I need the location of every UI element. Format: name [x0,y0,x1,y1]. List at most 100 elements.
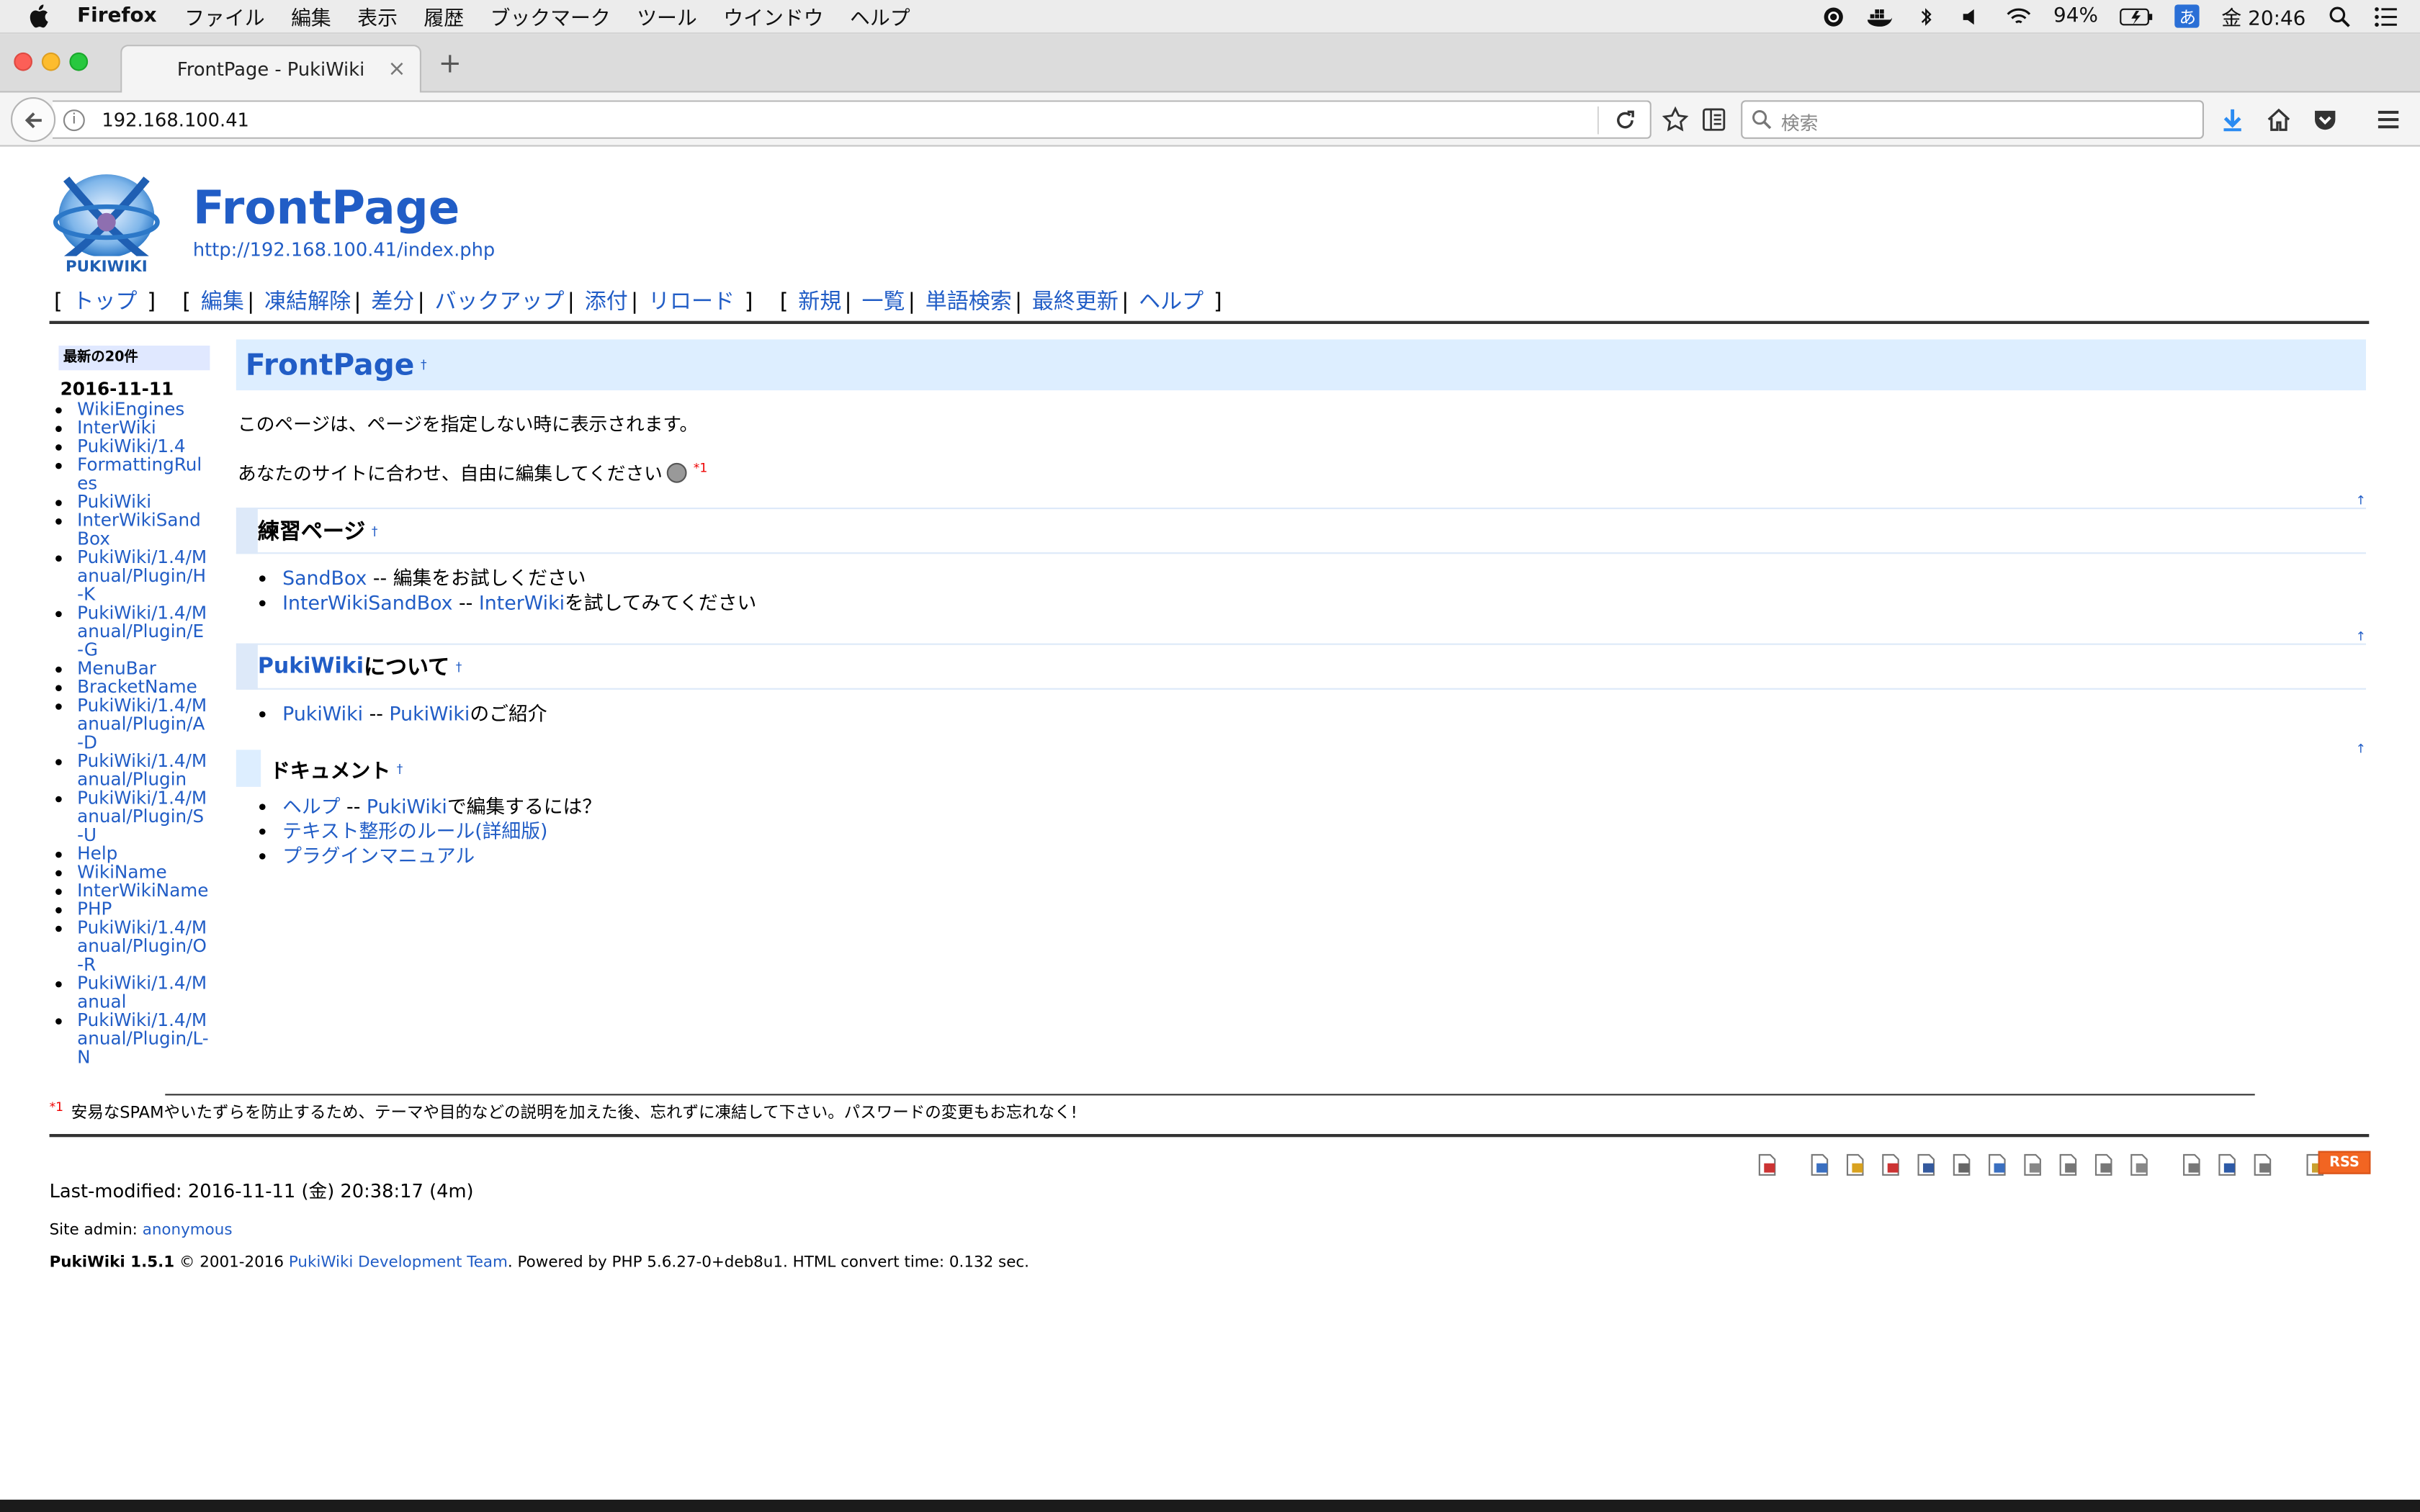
menu-help[interactable]: ヘルプ [850,1,910,31]
docker-icon[interactable] [1868,6,1894,27]
edit-icon[interactable] [1807,1153,1832,1177]
backup-icon[interactable] [1914,1153,1938,1177]
pukiwiki-link[interactable]: PukiWiki [282,702,363,725]
recent-page-link[interactable]: PukiWiki/1.4/Manual/Plugin/A-D [77,694,207,752]
search-icon[interactable] [2215,1153,2239,1177]
list-page-icon[interactable] [2127,1153,2151,1177]
pocket-icon[interactable] [2312,107,2338,132]
url-text[interactable]: 192.168.100.41 [102,109,249,131]
interwikisandbox-link[interactable]: InterWikiSandBox [282,591,452,614]
notification-center-icon[interactable] [2374,6,2398,27]
recent-page-link[interactable]: PukiWiki/1.4/Manual/Plugin [77,750,207,790]
nav-new[interactable]: 新規 [798,290,841,315]
search-bar[interactable]: 検索 [1741,100,2204,139]
site-admin-link[interactable]: anonymous [143,1222,233,1239]
recent-page-link[interactable]: InterWikiSandBox [77,509,201,549]
download-icon[interactable] [2219,107,2245,132]
help-link[interactable]: ヘルプ [282,795,340,818]
reload-icon[interactable] [2092,1153,2116,1177]
url-bar[interactable]: i 192.168.100.41 [52,100,1652,139]
home-icon[interactable] [2266,107,2292,132]
recent-page-link[interactable]: PukiWiki/1.4/Manual/Plugin/O-R [77,917,207,975]
menu-window[interactable]: ウインドウ [723,1,823,31]
heading-anchor[interactable]: † [421,358,427,372]
recent-page-link[interactable]: PukiWiki/1.4/Manual/Plugin/H-K [77,546,207,605]
nav-top[interactable]: トップ [73,290,138,315]
reload-icon[interactable] [1614,109,1636,131]
bookmark-star-icon[interactable] [1662,106,1689,132]
attach-list-icon[interactable] [2179,1153,2204,1177]
recent-page-link[interactable]: PukiWiki/1.4/Manual [77,972,207,1012]
pukiwiki-logo[interactable]: PUKIWIKI [50,166,162,275]
new-tab-button[interactable]: + [439,50,462,78]
footer-team-link[interactable]: PukiWiki Development Team [289,1254,508,1272]
page-url-link[interactable]: http://192.168.100.41/index.php [193,239,495,261]
freeze-icon[interactable] [1843,1153,1868,1177]
pukiwiki-edit-link[interactable]: PukiWiki [367,795,447,818]
reading-list-icon[interactable] [1700,107,1726,132]
interwiki-link[interactable]: InterWiki [479,591,565,614]
site-info-icon[interactable]: i [63,109,85,132]
sandbox-link[interactable]: SandBox [282,566,367,589]
jump-top-link[interactable]: ↑ [2356,494,2366,508]
recent-page-link[interactable]: PukiWiki/1.4/Manual/Plugin/S-U [77,787,207,845]
spotlight-icon[interactable] [2327,6,2352,27]
section-practice-anchor[interactable]: † [372,524,378,538]
nav-list[interactable]: 一覧 [861,290,905,315]
nav-unfreeze[interactable]: 凍結解除 [264,290,351,315]
section-documents-anchor[interactable]: † [397,762,403,775]
top-icon[interactable] [1754,1153,1779,1177]
menu-bookmarks[interactable]: ブックマーク [490,1,611,31]
footnote-ref[interactable]: *1 [694,462,707,475]
section-about-link[interactable]: PukiWiki [258,654,364,679]
clock[interactable]: 金 20:46 [2221,1,2305,31]
record-icon[interactable] [1822,6,1847,27]
menu-edit[interactable]: 編集 [291,1,331,31]
menu-view[interactable]: 表示 [357,1,398,31]
pukiwiki-intro-link[interactable]: PukiWiki [389,702,470,725]
app-menu-firefox[interactable]: Firefox [77,4,156,27]
rss-button[interactable]: RSS [2318,1151,2371,1174]
list-icon[interactable] [2056,1153,2080,1177]
hamburger-menu-icon[interactable] [2375,107,2401,132]
copy-icon[interactable] [1985,1153,2009,1177]
diff-icon[interactable] [1878,1153,1903,1177]
recent-page-link[interactable]: FormattingRules [77,454,202,494]
tab-close-button[interactable]: × [387,57,405,81]
nav-help[interactable]: ヘルプ [1139,290,1204,315]
recent-page-link[interactable]: PukiWiki/1.4/Manual/Plugin/E-G [77,602,207,660]
nav-diff[interactable]: 差分 [371,290,414,315]
nav-recent[interactable]: 最終更新 [1032,290,1119,315]
window-close-button[interactable] [14,52,32,71]
nav-attach[interactable]: 添付 [585,290,628,315]
recent-icon[interactable] [2250,1153,2275,1177]
footnote-mark[interactable]: *1 [50,1100,63,1114]
page-title[interactable]: FrontPage [193,182,460,236]
battery-icon[interactable] [2120,6,2154,27]
upload-icon[interactable] [1949,1153,1973,1177]
nav-backup[interactable]: バックアップ [435,290,565,315]
recent-page-link[interactable]: PukiWiki/1.4/Manual/Plugin/L-N [77,1009,209,1067]
wifi-icon[interactable] [2007,6,2032,27]
plugin-manual-link[interactable]: プラグインマニュアル [282,844,475,867]
formatting-rules-link[interactable]: テキスト整形のルール(詳細版) [282,819,547,842]
window-zoom-button[interactable] [69,52,89,71]
back-button[interactable] [11,97,56,143]
apple-icon[interactable] [28,4,50,28]
jump-top-link[interactable]: ↑ [2356,742,2366,756]
nav-search[interactable]: 単語検索 [926,290,1012,315]
about-list: PukiWiki -- PukiWikiのご紹介 [236,702,2366,726]
window-minimize-button[interactable] [41,52,60,71]
section-about-anchor[interactable]: † [456,660,462,673]
menu-history[interactable]: 履歴 [424,1,464,31]
tab-frontpage[interactable]: FrontPage - PukiWiki × [120,45,421,93]
bluetooth-icon[interactable] [1914,6,1939,27]
input-method-indicator[interactable]: あ [2175,4,2200,28]
menu-tools[interactable]: ツール [637,1,697,31]
nav-edit[interactable]: 編集 [201,290,244,315]
menu-file[interactable]: ファイル [184,1,264,31]
volume-icon[interactable] [1960,6,1985,27]
jump-top-link[interactable]: ↑ [2356,629,2366,643]
nav-reload[interactable]: リロード [648,290,735,315]
new-icon[interactable] [2020,1153,2045,1177]
